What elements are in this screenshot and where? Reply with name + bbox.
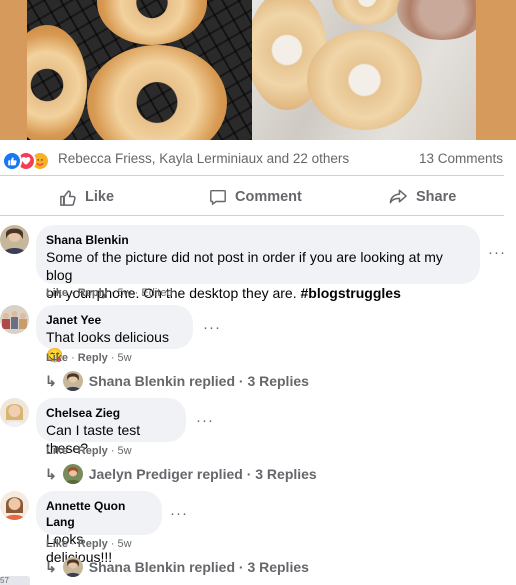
reply-link[interactable]: Reply [78, 538, 108, 550]
post-photo-strip[interactable] [0, 0, 516, 140]
like-button[interactable]: Like [58, 182, 114, 212]
reply-link[interactable]: Reply [78, 287, 108, 299]
avatar[interactable] [0, 398, 29, 427]
comment-author[interactable]: Annette Quon Lang [46, 498, 150, 530]
share-arrow-icon [389, 188, 408, 206]
reply-link[interactable]: Reply [78, 445, 108, 457]
comment-author[interactable]: Chelsea Zieg [46, 405, 174, 421]
comment-item: Chelsea Zieg Can I taste test these? ···… [0, 398, 516, 485]
view-replies-link[interactable]: ↳ Shana Blenkin replied · 3 Replies [45, 556, 309, 578]
edited-label: Edited [141, 287, 173, 299]
replies-summary: Jaelyn Prediger replied · 3 Replies [88, 466, 317, 482]
comment-bubble: Janet Yee That looks delicious 😋 [36, 305, 193, 363]
avatar[interactable] [0, 491, 29, 520]
avatar [62, 371, 83, 391]
comment-item: Shana Blenkin Some of the picture did no… [0, 225, 516, 301]
avatar [62, 557, 83, 577]
comment-count-link[interactable]: 13 Comments [419, 151, 503, 166]
share-button[interactable]: Share [389, 182, 456, 212]
share-button-label: Share [416, 189, 457, 205]
comment-bubble: Shana Blenkin Some of the picture did no… [36, 225, 480, 301]
replies-summary: Shana Blenkin replied · 3 Replies [88, 373, 309, 389]
reacted-by-names[interactable]: Rebecca Friess, Kayla Lerminiaux and 22 … [58, 151, 349, 166]
reply-arrow-icon: ↳ [45, 558, 57, 575]
reply-arrow-icon: ↳ [45, 465, 57, 482]
reaction-icons[interactable] [2, 149, 54, 171]
comment-bubble: Annette Quon Lang Looks delicious!!! [36, 491, 162, 565]
comment-item: Janet Yee That looks delicious 😋 ··· Lik… [0, 305, 516, 392]
like-link[interactable]: Like [46, 352, 68, 364]
like-link[interactable]: Like [46, 445, 68, 457]
post-photo-right[interactable] [252, 0, 476, 140]
comment-item: Annette Quon Lang Looks delicious!!! ···… [0, 491, 516, 578]
avatar[interactable] [0, 225, 29, 254]
thumbs-up-icon [58, 188, 77, 207]
like-link[interactable]: Like [46, 287, 68, 299]
timestamp[interactable]: 5w [118, 538, 132, 550]
post-stats: Rebecca Friess, Kayla Lerminiaux and 22 … [0, 148, 516, 171]
like-reaction-icon [2, 151, 22, 171]
speech-bubble-icon [209, 188, 227, 206]
avatar[interactable] [0, 305, 29, 334]
comment-text: Some of the picture did not post in orde… [46, 249, 443, 283]
like-button-label: Like [85, 189, 115, 205]
more-horizontal-icon[interactable]: ··· [196, 412, 214, 429]
more-horizontal-icon[interactable]: ··· [488, 244, 506, 261]
comment-author[interactable]: Shana Blenkin [46, 232, 468, 248]
comment-meta: Like · Reply · 5w [46, 352, 132, 364]
divider [0, 175, 504, 176]
avatar [62, 464, 83, 484]
like-link[interactable]: Like [46, 538, 68, 550]
comment-button[interactable]: Comment [209, 182, 302, 212]
post-action-bar: Like Comment Share [0, 182, 504, 212]
replies-summary: Shana Blenkin replied · 3 Replies [88, 559, 309, 575]
more-horizontal-icon[interactable]: ··· [203, 319, 221, 336]
comment-meta: Like · Reply · 5w · Edited [46, 287, 173, 299]
divider [0, 215, 504, 216]
more-horizontal-icon[interactable]: ··· [170, 505, 188, 522]
timestamp[interactable]: 5w [118, 445, 132, 457]
comment-meta: Like · Reply · 5w [46, 538, 132, 550]
bagel-image [307, 30, 422, 130]
comment-button-label: Comment [235, 189, 302, 205]
view-replies-link[interactable]: ↳ Jaelyn Prediger replied · 3 Replies [45, 463, 317, 485]
comment-bubble: Chelsea Zieg Can I taste test these? [36, 398, 186, 456]
hashtag-link[interactable]: #blogstruggles [301, 285, 401, 301]
reply-link[interactable]: Reply [78, 352, 108, 364]
comment-author[interactable]: Janet Yee [46, 312, 181, 328]
post-photo-left[interactable] [27, 0, 252, 140]
comment-meta: Like · Reply · 5w [46, 445, 132, 457]
view-replies-link[interactable]: ↳ Shana Blenkin replied · 3 Replies [45, 370, 309, 392]
reply-arrow-icon: ↳ [45, 372, 57, 389]
timestamp[interactable]: 5w [118, 352, 132, 364]
partial-element: 57 [0, 576, 30, 585]
timestamp[interactable]: 5w [118, 287, 132, 299]
